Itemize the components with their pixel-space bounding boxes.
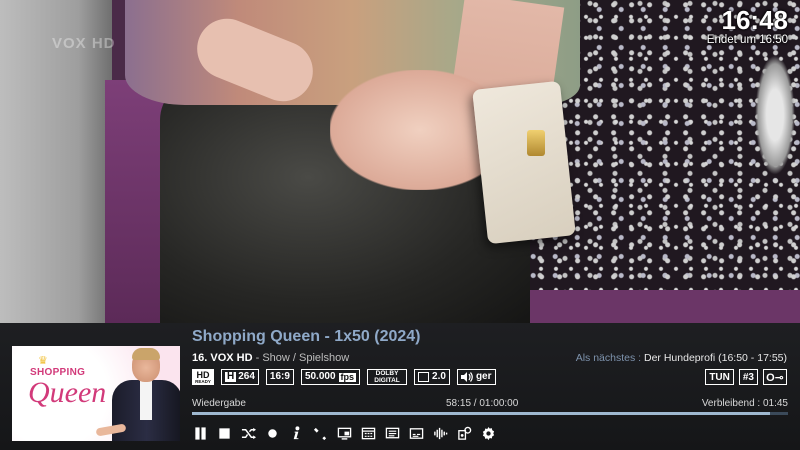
pause-icon[interactable] (192, 425, 209, 442)
clock: 16:48 Endet um 16:50 (707, 6, 788, 46)
backdrop-floor (520, 290, 800, 323)
stop-icon[interactable] (216, 425, 233, 442)
handbag (472, 80, 576, 245)
poster-logo-script: Queen (28, 376, 107, 409)
tools-icon[interactable] (312, 425, 329, 442)
channel-watermark: VOX HD (52, 35, 116, 52)
speaker-icon (460, 372, 473, 382)
clock-time: 16:48 (721, 5, 789, 35)
playback-remaining: Verbleibend : 01:45 (701, 398, 788, 409)
audio-channels-badge: 2.0 (414, 369, 450, 385)
aspect-badge: 16:9 (265, 369, 294, 385)
plugin-icon[interactable] (456, 425, 473, 442)
playback-label: Wiedergabe (192, 398, 246, 409)
end-time: Endet um 16:50 (706, 34, 788, 46)
channel-name: VOX HD (210, 352, 253, 364)
info-icon[interactable] (288, 425, 305, 442)
handbag-clasp (527, 130, 545, 156)
square-icon (418, 372, 430, 382)
event-title: Shopping Queen - 1x50 (2024) (192, 328, 421, 345)
tuner-number-badge: #3 (738, 369, 758, 385)
next-event: Als nächstes : Der Hundeprofi (16:50 - 1… (576, 352, 787, 364)
settings-icon[interactable] (480, 425, 497, 442)
teletext-icon[interactable] (384, 425, 401, 442)
subtitle-icon[interactable] (408, 425, 425, 442)
playback-position: 58:15 / 01:00:00 (446, 398, 519, 409)
shuffle-icon[interactable] (240, 425, 257, 442)
playback-status: Wiedergabe 58:15 / 01:00:00 Verbleibend … (192, 398, 788, 412)
tuner-badges: TUN #3 O⊸ (705, 369, 787, 385)
codec-badge: H 264 (221, 369, 259, 385)
hd-ready-badge: HD READY (192, 369, 214, 385)
epg-icon[interactable] (360, 425, 377, 442)
poster-host (112, 348, 180, 441)
show-poster: ♛ SHOPPING Queen (12, 346, 180, 441)
audio-language-badge: ger (456, 369, 496, 385)
record-icon[interactable] (264, 425, 281, 442)
fps-badge: 50.000 fps (300, 369, 361, 385)
pip-icon[interactable] (336, 425, 353, 442)
brooch (755, 55, 795, 175)
audio-icon[interactable] (432, 425, 449, 442)
video-frame: VOX HD (0, 0, 800, 323)
next-label: Als nächstes : (575, 352, 642, 364)
tuner-badge: TUN (705, 369, 734, 385)
infobar: ♛ SHOPPING Queen Shopping Queen - 1x50 (… (0, 323, 800, 450)
crown-icon: ♛ (38, 355, 48, 367)
event-genre: - Show / Spielshow (255, 352, 350, 364)
dolby-badge: DOLBY DIGITAL (367, 369, 408, 385)
next-value: Der Hundeprofi (16:50 - 17:55) (644, 352, 787, 364)
control-bar (192, 425, 497, 442)
channel-number: 16. (192, 352, 208, 364)
progress-fill (192, 412, 771, 415)
progress-bar[interactable] (192, 412, 788, 415)
channel-info: 16. VOX HD - Show / Spielshow (192, 352, 349, 364)
key-icon: O⊸ (763, 369, 787, 385)
stream-badges: HD READY H 264 16:9 50.000 fps DOLBY DIG… (192, 369, 496, 385)
